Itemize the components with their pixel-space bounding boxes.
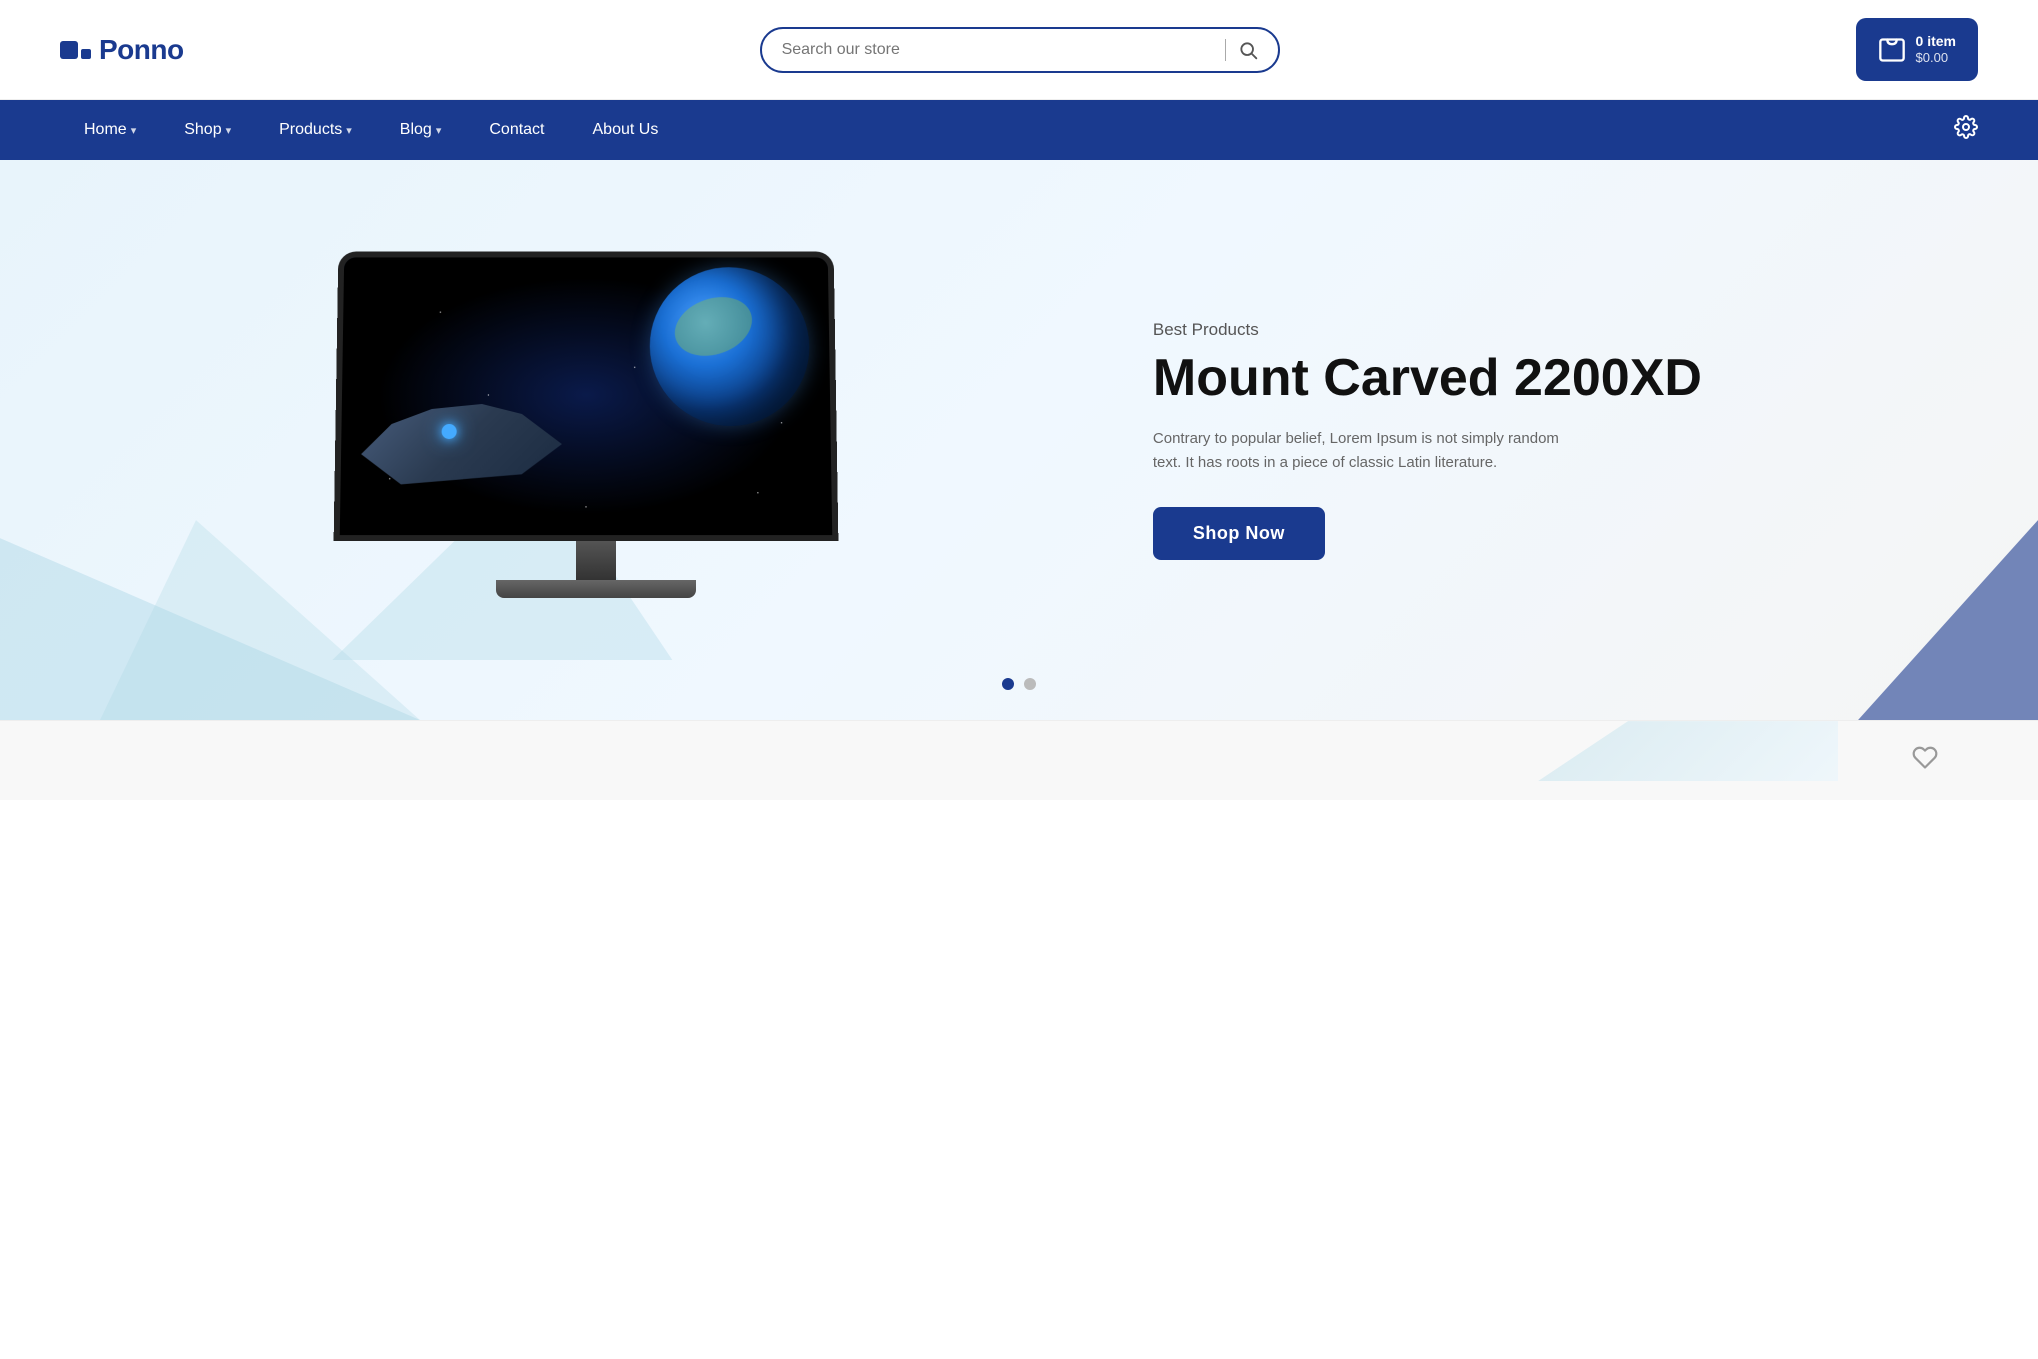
planet-graphic — [650, 267, 811, 426]
nav-item-contact[interactable]: Contact — [465, 100, 568, 160]
cart-icon — [1878, 36, 1906, 64]
shop-now-button[interactable]: Shop Now — [1153, 507, 1325, 560]
cart-items-count: 0 item — [1916, 32, 1956, 50]
carousel-dots — [1002, 678, 1036, 690]
monitor-container — [336, 250, 856, 630]
below-fold — [0, 720, 2038, 800]
monitor-screen-inner — [340, 258, 832, 536]
nav-item-home[interactable]: Home ▾ — [60, 100, 160, 160]
logo-icon — [60, 41, 91, 59]
chevron-down-icon: ▾ — [226, 124, 232, 137]
monitor-stand-base — [496, 580, 696, 598]
chevron-down-icon: ▾ — [131, 124, 137, 137]
hero-title: Mount Carved 2200XD — [1153, 350, 1958, 407]
hero-section: Best Products Mount Carved 2200XD Contra… — [0, 160, 2038, 720]
nav-item-shop[interactable]: Shop ▾ — [160, 100, 255, 160]
hero-subtitle: Best Products — [1153, 320, 1958, 340]
navbar: Home ▾ Shop ▾ Products ▾ Blog ▾ Contact … — [0, 100, 2038, 160]
hero-text-section: Best Products Mount Carved 2200XD Contra… — [1113, 320, 1958, 560]
search-button[interactable] — [1238, 40, 1258, 60]
below-fold-shape — [1538, 721, 1838, 781]
logo-square-2 — [81, 49, 91, 59]
carousel-dot-2[interactable] — [1024, 678, 1036, 690]
chevron-down-icon: ▾ — [436, 124, 442, 137]
logo-square-1 — [60, 41, 78, 59]
search-divider — [1225, 39, 1226, 61]
chevron-down-icon: ▾ — [346, 124, 352, 137]
cart-info: 0 item $0.00 — [1916, 32, 1956, 67]
nav-item-about[interactable]: About Us — [569, 100, 683, 160]
hero-image-section — [80, 250, 1113, 630]
monitor-screen — [334, 252, 839, 542]
site-header: Ponno 0 item $0.00 — [0, 0, 2038, 100]
nav-item-blog[interactable]: Blog ▾ — [376, 100, 466, 160]
carousel-dot-1[interactable] — [1002, 678, 1014, 690]
search-input[interactable] — [782, 41, 1213, 59]
cart-price: $0.00 — [1916, 50, 1949, 67]
nav-item-products[interactable]: Products ▾ — [255, 100, 376, 160]
hero-content: Best Products Mount Carved 2200XD Contra… — [0, 210, 2038, 670]
wishlist-icon[interactable] — [1912, 744, 1938, 777]
search-icon — [1238, 40, 1258, 60]
logo-text: Ponno — [99, 34, 184, 66]
settings-icon[interactable] — [1954, 115, 1978, 145]
hero-description: Contrary to popular belief, Lorem Ipsum … — [1153, 427, 1573, 475]
search-bar — [760, 27, 1280, 73]
nav-items: Home ▾ Shop ▾ Products ▾ Blog ▾ Contact … — [60, 100, 1954, 160]
logo[interactable]: Ponno — [60, 34, 184, 66]
monitor-stand-neck — [576, 540, 616, 580]
cart-button[interactable]: 0 item $0.00 — [1856, 18, 1978, 81]
